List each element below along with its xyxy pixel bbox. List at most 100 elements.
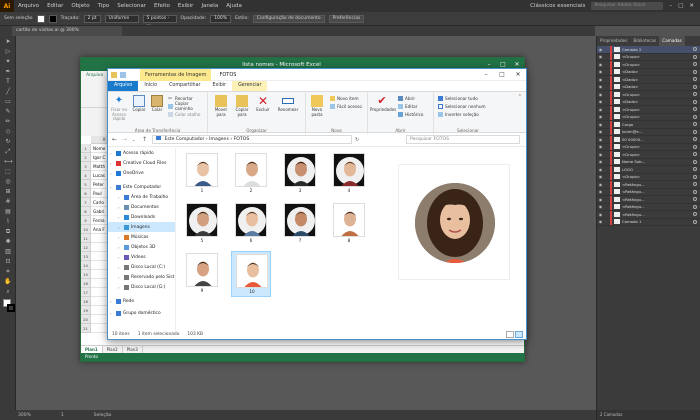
layer-name[interactable]: <Grupo> [622, 152, 640, 157]
history-button[interactable]: Histórico [398, 111, 423, 117]
layer-name[interactable]: <Grupo> [622, 144, 640, 149]
target-circle-icon[interactable] [693, 219, 697, 224]
cell-name[interactable]: Peter [92, 180, 104, 189]
nav-item[interactable]: › Músicas [108, 232, 175, 242]
zoom-tool-icon[interactable]: ⌕ [4, 289, 12, 295]
nav-item[interactable]: › Área de Trabalho [108, 192, 175, 202]
visibility-eye-icon[interactable]: ◉ [597, 84, 604, 89]
invert-selection-button[interactable]: Inverter seleção [438, 111, 479, 117]
explorer-minimize-icon[interactable]: – [478, 71, 494, 78]
expand-chevron-icon[interactable]: › [110, 161, 114, 166]
layer-name[interactable]: <Grupo> [622, 54, 640, 59]
row-header[interactable]: 2 [81, 153, 91, 162]
stroke-style-select[interactable]: Uniforme [104, 14, 139, 23]
layer-row[interactable]: ◉ <Dado> [597, 98, 700, 106]
visibility-eye-icon[interactable]: ◉ [597, 204, 604, 209]
layer-name[interactable]: Camada 2 [622, 47, 641, 52]
cell-name[interactable]: Matth [92, 162, 105, 171]
artboard-icon[interactable]: ⊡ [4, 259, 12, 265]
layer-name[interactable]: Camada 1 [622, 219, 641, 224]
nav-item[interactable]: › Creative Cloud Files [108, 158, 175, 168]
expand-chevron-icon[interactable]: › [110, 171, 114, 176]
nav-item[interactable]: › Este Computador [108, 182, 175, 192]
expand-chevron-icon[interactable]: › [110, 151, 114, 156]
layer-row[interactable]: ◉ <Grupo> [597, 150, 700, 159]
row-header[interactable]: 7 [81, 198, 91, 207]
file-thumbnail[interactable]: 1 [182, 151, 222, 197]
visibility-eye-icon[interactable]: ◉ [597, 62, 604, 67]
menu-tipo[interactable]: Tipo [94, 3, 114, 9]
nav-item[interactable]: › Objetos 3D [108, 242, 175, 252]
target-circle-icon[interactable] [693, 189, 697, 194]
cell-name[interactable]: Lucas [92, 171, 105, 180]
stroke-weight-field[interactable]: 2 pt [83, 14, 101, 23]
row-header[interactable]: 3 [81, 162, 91, 171]
layer-name[interactable]: <Grupo> [622, 174, 640, 179]
shape-builder-icon[interactable]: ◎ [4, 179, 12, 185]
paste-button[interactable]: Colar [148, 95, 166, 113]
target-circle-icon[interactable] [693, 69, 697, 74]
expand-chevron-icon[interactable]: › [118, 225, 122, 230]
menu-ajuda[interactable]: Ajuda [222, 3, 246, 9]
layer-row[interactable]: ◉ <Grupo> [597, 143, 700, 151]
close-icon[interactable]: ✕ [689, 3, 694, 9]
row-header[interactable]: 10 [81, 225, 91, 234]
layer-name[interactable]: <Dado> [622, 84, 638, 89]
layer-row[interactable]: ◉ Nome Sob... [597, 158, 700, 166]
excel-maximize-icon[interactable]: □ [496, 61, 510, 68]
expand-chevron-icon[interactable]: › [118, 245, 122, 250]
row-header[interactable]: 15 [81, 270, 91, 279]
expand-chevron-icon[interactable]: › [110, 311, 114, 316]
target-circle-icon[interactable] [693, 62, 697, 67]
target-circle-icon[interactable] [693, 129, 697, 134]
folder-icon[interactable] [111, 71, 117, 78]
menu-efeito[interactable]: Efeito [150, 3, 174, 9]
excel-minimize-icon[interactable]: – [482, 61, 496, 68]
document-setup-button[interactable]: Configuração de documento [252, 14, 325, 23]
opacity-field[interactable]: 100% [210, 14, 232, 23]
visibility-eye-icon[interactable]: ◉ [597, 152, 604, 157]
row-header[interactable]: 17 [81, 288, 91, 297]
layer-name[interactable]: <Grupo> [622, 62, 640, 67]
row-header[interactable]: 13 [81, 252, 91, 261]
cell-name[interactable]: Igor C [92, 153, 105, 162]
maximize-icon[interactable]: □ [678, 3, 683, 9]
layer-name[interactable]: <Grupo> [622, 107, 640, 112]
visibility-eye-icon[interactable]: ◉ [597, 92, 604, 97]
explorer-maximize-icon[interactable]: □ [494, 71, 510, 78]
cell-name[interactable]: Nome [92, 144, 105, 153]
target-circle-icon[interactable] [693, 99, 697, 104]
hand-tool-icon[interactable]: ✋ [4, 279, 12, 285]
layer-name[interactable]: 00 00000... [622, 137, 644, 142]
edit-button[interactable]: Editar [398, 103, 417, 109]
sheet-tab-plan1[interactable]: Plan1 [81, 346, 103, 353]
copy-path-button[interactable]: Copiar caminho [168, 101, 207, 111]
nav-item[interactable]: › Reservado pelo Sist [108, 272, 175, 282]
pen-tool-icon[interactable]: ✒ [4, 69, 12, 75]
row-header[interactable]: 20 [81, 315, 91, 324]
back-arrow-icon[interactable]: ← [112, 136, 119, 143]
preferences-button[interactable]: Preferências [328, 14, 365, 23]
address-path[interactable]: Este Computador › Imagens › FOTOS [152, 135, 352, 144]
target-circle-icon[interactable] [693, 167, 697, 172]
nav-item[interactable]: › Grupo doméstico [108, 308, 175, 318]
cell-name[interactable]: Paul [92, 189, 102, 198]
recent-dropdown-icon[interactable]: ⌄ [132, 137, 139, 142]
layer-name[interactable]: <Retângu... [622, 189, 645, 194]
visibility-eye-icon[interactable]: ◉ [597, 114, 604, 119]
delete-button[interactable]: ✕ Excluir [254, 95, 272, 113]
nav-item[interactable]: › Acesso rápido [108, 148, 175, 158]
target-circle-icon[interactable] [693, 114, 697, 119]
visibility-eye-icon[interactable]: ◉ [597, 122, 604, 127]
expand-chevron-icon[interactable]: › [118, 235, 122, 240]
visibility-eye-icon[interactable]: ◉ [597, 167, 604, 172]
target-circle-icon[interactable] [693, 84, 697, 89]
expand-chevron-icon[interactable]: › [118, 285, 122, 290]
layer-name[interactable]: <Retângu... [622, 212, 645, 217]
menu-selecionar[interactable]: Selecionar [113, 3, 150, 9]
visibility-eye-icon[interactable]: ◉ [597, 69, 604, 74]
expand-chevron-icon[interactable]: › [118, 195, 122, 200]
nav-item[interactable]: › Downloads [108, 212, 175, 222]
direct-selection-icon[interactable]: ▷ [4, 49, 12, 55]
file-thumbnail[interactable]: 7 [280, 201, 320, 247]
